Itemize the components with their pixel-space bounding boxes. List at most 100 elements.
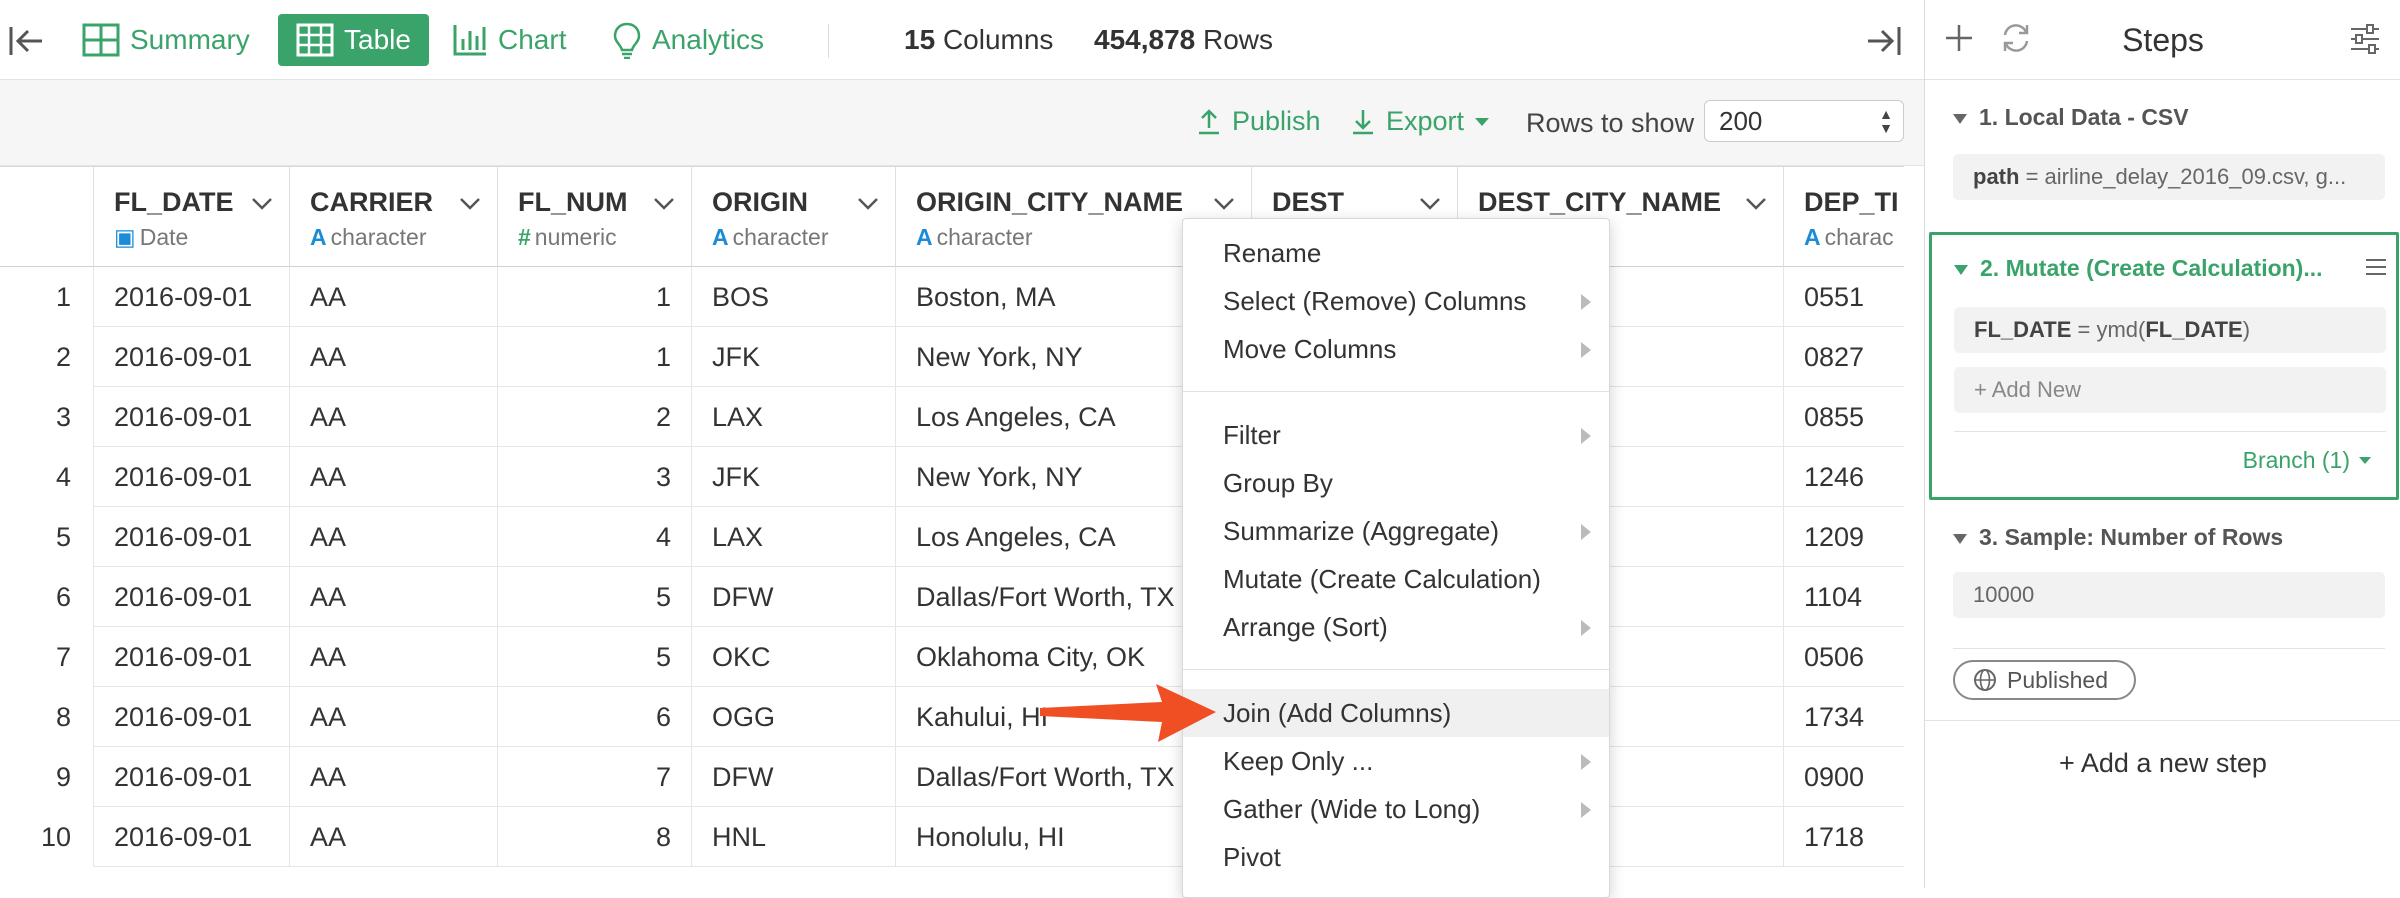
- chevron-down-icon[interactable]: [857, 197, 879, 211]
- column-header-origin[interactable]: ORIGIN Acharacter: [692, 167, 896, 267]
- cell-origin[interactable]: DFW: [692, 747, 896, 807]
- menu-item-arrange[interactable]: Arrange (Sort): [1183, 603, 1609, 651]
- cell-origin[interactable]: DFW: [692, 567, 896, 627]
- cell-origin[interactable]: LAX: [692, 507, 896, 567]
- collapse-left-icon[interactable]: [8, 24, 44, 63]
- cell-carrier[interactable]: AA: [290, 567, 498, 627]
- chevron-down-icon[interactable]: [1745, 197, 1767, 211]
- cell-dep-time[interactable]: 0551: [1784, 267, 1904, 327]
- step-2-card[interactable]: 2. Mutate (Create Calculation)... FL_DAT…: [1929, 232, 2399, 500]
- menu-item-label: Filter: [1223, 420, 1281, 450]
- cell-carrier[interactable]: AA: [290, 747, 498, 807]
- cell-fl-num[interactable]: 2: [498, 387, 692, 447]
- chevron-down-icon[interactable]: [251, 197, 273, 211]
- chevron-down-icon[interactable]: [1419, 197, 1441, 211]
- rows-to-show-select[interactable]: 200 ▲ ▼: [1704, 100, 1904, 142]
- cell-carrier[interactable]: AA: [290, 267, 498, 327]
- add-new-step-button[interactable]: + Add a new step: [1925, 748, 2400, 779]
- menu-item-move-columns[interactable]: Move Columns: [1183, 325, 1609, 373]
- cell-fl-num[interactable]: 7: [498, 747, 692, 807]
- hamburger-menu-icon[interactable]: [2364, 257, 2388, 282]
- cell-dep-time[interactable]: 0900: [1784, 747, 1904, 807]
- menu-item-summarize[interactable]: Summarize (Aggregate): [1183, 507, 1609, 555]
- cell-dep-time[interactable]: 1246: [1784, 447, 1904, 507]
- cell-carrier[interactable]: AA: [290, 447, 498, 507]
- tab-chart[interactable]: Chart: [452, 14, 566, 66]
- branch-dropdown[interactable]: Branch (1): [2243, 447, 2372, 474]
- cell-fl-date[interactable]: 2016-09-01: [94, 687, 290, 747]
- cell-carrier[interactable]: AA: [290, 507, 498, 567]
- cell-fl-num[interactable]: 1: [498, 267, 692, 327]
- settings-sliders-icon[interactable]: [2349, 24, 2381, 59]
- column-header-fl-num[interactable]: FL_NUM # numeric: [498, 167, 692, 267]
- column-header-fl-date[interactable]: FL_DATE ▣ Date: [94, 167, 290, 267]
- collapse-right-icon[interactable]: [1866, 24, 1902, 63]
- cell-dep-time[interactable]: 0855: [1784, 387, 1904, 447]
- cell-fl-date[interactable]: 2016-09-01: [94, 267, 290, 327]
- cell-origin[interactable]: OKC: [692, 627, 896, 687]
- cell-dep-time[interactable]: 0827: [1784, 327, 1904, 387]
- cell-fl-num[interactable]: 5: [498, 627, 692, 687]
- menu-item-select-columns[interactable]: Select (Remove) Columns: [1183, 277, 1609, 325]
- chevron-down-icon[interactable]: [653, 197, 675, 211]
- cell-carrier[interactable]: AA: [290, 387, 498, 447]
- menu-item-gather[interactable]: Gather (Wide to Long): [1183, 785, 1609, 833]
- cell-origin[interactable]: LAX: [692, 387, 896, 447]
- add-new-button[interactable]: + Add New: [1954, 367, 2386, 413]
- cell-fl-date[interactable]: 2016-09-01: [94, 507, 290, 567]
- column-type-label: numeric: [534, 224, 617, 250]
- export-button[interactable]: Export: [1350, 106, 1490, 137]
- cell-origin[interactable]: JFK: [692, 447, 896, 507]
- cell-dep-time[interactable]: 1718: [1784, 807, 1904, 867]
- step-3-title[interactable]: 3. Sample: Number of Rows: [1953, 524, 2283, 551]
- cell-dep-time[interactable]: 0506: [1784, 627, 1904, 687]
- cell-fl-num[interactable]: 6: [498, 687, 692, 747]
- tab-analytics[interactable]: Analytics: [612, 14, 764, 66]
- publish-button[interactable]: Publish: [1196, 106, 1321, 137]
- cell-fl-date[interactable]: 2016-09-01: [94, 567, 290, 627]
- cell-fl-date[interactable]: 2016-09-01: [94, 807, 290, 867]
- step-2-title[interactable]: 2. Mutate (Create Calculation)...: [1954, 255, 2323, 282]
- step-2-params[interactable]: FL_DATE = ymd(FL_DATE): [1954, 307, 2386, 353]
- cell-dep-time[interactable]: 1104: [1784, 567, 1904, 627]
- cell-dep-time[interactable]: 1209: [1784, 507, 1904, 567]
- chevron-down-icon[interactable]: [1213, 197, 1235, 211]
- menu-item-rename[interactable]: Rename: [1183, 229, 1609, 277]
- step-3-params[interactable]: 10000: [1953, 572, 2385, 618]
- cell-fl-num[interactable]: 5: [498, 567, 692, 627]
- column-type: # numeric: [518, 224, 617, 251]
- column-header-dep-time[interactable]: DEP_TI Acharac: [1784, 167, 1904, 267]
- cell-carrier[interactable]: AA: [290, 687, 498, 747]
- cell-carrier[interactable]: AA: [290, 807, 498, 867]
- cell-origin[interactable]: OGG: [692, 687, 896, 747]
- cell-dep-time[interactable]: 1734: [1784, 687, 1904, 747]
- column-header-carrier[interactable]: CARRIER Acharacter: [290, 167, 498, 267]
- tab-summary[interactable]: Summary: [82, 14, 250, 66]
- cell-carrier[interactable]: AA: [290, 327, 498, 387]
- cell-fl-date[interactable]: 2016-09-01: [94, 627, 290, 687]
- menu-item-join[interactable]: Join (Add Columns): [1183, 689, 1609, 737]
- cell-origin[interactable]: BOS: [692, 267, 896, 327]
- cell-origin[interactable]: JFK: [692, 327, 896, 387]
- menu-item-pivot[interactable]: Pivot: [1183, 833, 1609, 881]
- cell-fl-date[interactable]: 2016-09-01: [94, 447, 290, 507]
- cell-carrier[interactable]: AA: [290, 627, 498, 687]
- cell-fl-date[interactable]: 2016-09-01: [94, 327, 290, 387]
- cell-origin[interactable]: HNL: [692, 807, 896, 867]
- published-badge[interactable]: Published: [1953, 660, 2137, 700]
- menu-item-keep-only[interactable]: Keep Only ...: [1183, 737, 1609, 785]
- cell-fl-num[interactable]: 8: [498, 807, 692, 867]
- cell-fl-num[interactable]: 3: [498, 447, 692, 507]
- step-1-title-text: 1. Local Data - CSV: [1979, 104, 2189, 130]
- menu-item-mutate[interactable]: Mutate (Create Calculation): [1183, 555, 1609, 603]
- step-1-title[interactable]: 1. Local Data - CSV: [1953, 104, 2189, 131]
- cell-fl-num[interactable]: 1: [498, 327, 692, 387]
- menu-item-group-by[interactable]: Group By: [1183, 459, 1609, 507]
- cell-fl-num[interactable]: 4: [498, 507, 692, 567]
- menu-item-filter[interactable]: Filter: [1183, 411, 1609, 459]
- cell-fl-date[interactable]: 2016-09-01: [94, 747, 290, 807]
- chevron-down-icon[interactable]: [459, 197, 481, 211]
- cell-fl-date[interactable]: 2016-09-01: [94, 387, 290, 447]
- tab-table[interactable]: Table: [278, 14, 429, 66]
- step-1-params[interactable]: path = airline_delay_2016_09.csv, g...: [1953, 154, 2385, 200]
